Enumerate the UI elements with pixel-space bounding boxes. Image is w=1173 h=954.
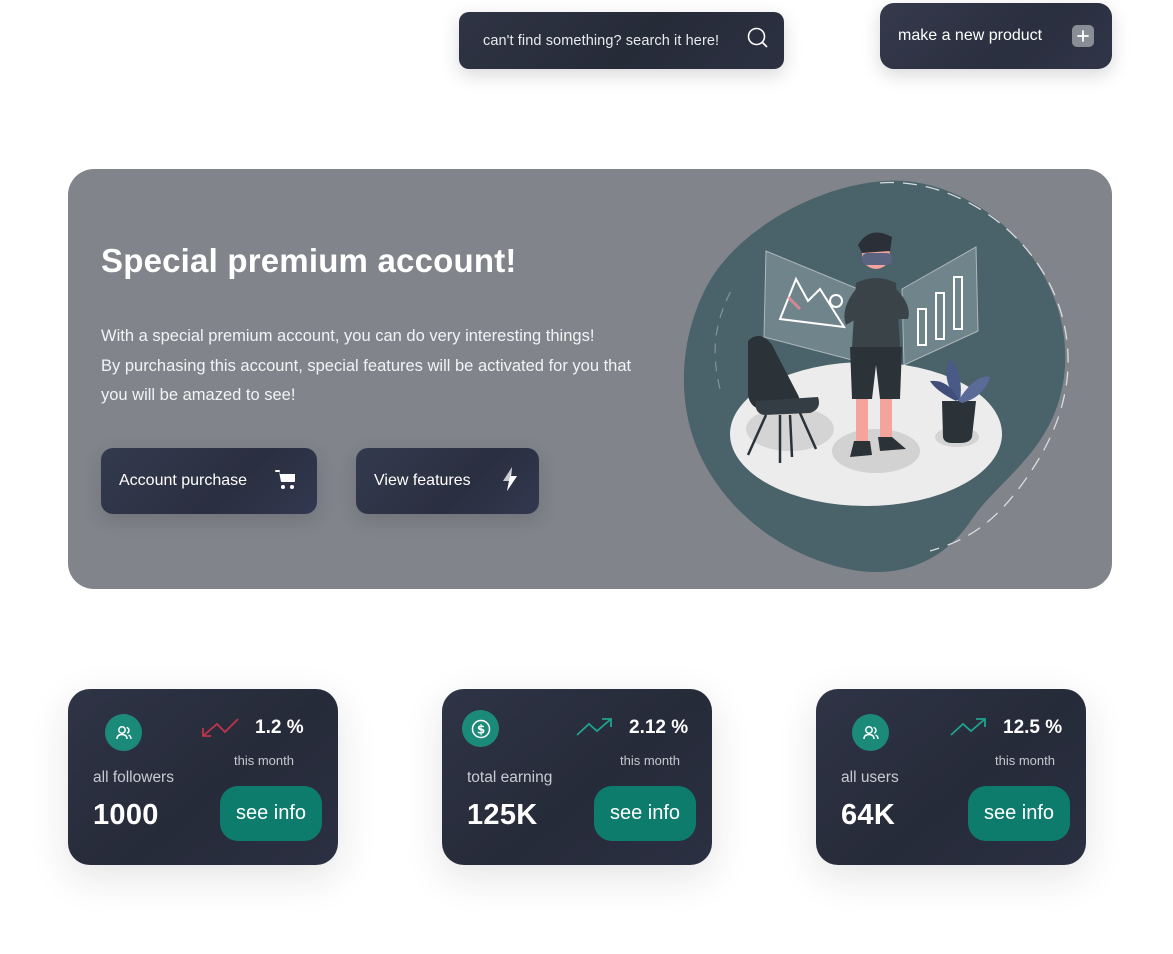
period-label: this month — [620, 753, 680, 768]
card-value: 1000 — [93, 799, 159, 831]
period-label: this month — [234, 753, 294, 768]
svg-text:$: $ — [476, 722, 484, 736]
followers-card: 1.2 % this month all followers 1000 see … — [68, 689, 338, 865]
search-icon[interactable] — [746, 26, 770, 55]
trend-down-icon — [202, 718, 239, 737]
banner-description: With a special premium account, you can … — [101, 322, 671, 411]
view-features-label: View features — [374, 472, 471, 489]
earning-card: $ 2.12 % this month total earning 125K s… — [442, 689, 712, 865]
see-info-button[interactable]: see info — [594, 786, 696, 841]
card-label: all users — [841, 769, 899, 786]
card-label: all followers — [93, 769, 174, 786]
cart-icon — [273, 466, 299, 497]
users-card: 12.5 % this month all users 64K see info — [816, 689, 1086, 865]
search-placeholder: can't find something? search it here! — [483, 32, 720, 49]
change-percent: 2.12 % — [629, 717, 689, 738]
account-purchase-label: Account purchase — [119, 472, 248, 489]
lightning-icon — [499, 466, 521, 497]
card-value: 125K — [467, 799, 538, 831]
card-value: 64K — [841, 799, 896, 831]
banner-line: you will be amazed to see! — [101, 386, 296, 404]
premium-banner: Special premium account! With a special … — [68, 169, 1112, 589]
see-info-button[interactable]: see info — [220, 786, 322, 841]
card-label: total earning — [467, 769, 553, 786]
account-purchase-button[interactable]: Account purchase — [101, 448, 317, 514]
period-label: this month — [995, 753, 1055, 768]
users-icon — [105, 714, 142, 751]
change-percent: 1.2 % — [255, 717, 304, 738]
banner-line: By purchasing this account, special feat… — [101, 356, 632, 375]
see-info-button[interactable]: see info — [968, 786, 1070, 841]
banner-title: Special premium account! — [101, 242, 517, 279]
new-product-label: make a new product — [898, 27, 1043, 44]
vr-person-illustration — [683, 180, 1069, 573]
new-product-button[interactable]: make a new product — [880, 3, 1112, 69]
banner-line: With a special premium account, you can … — [101, 327, 595, 345]
dollar-icon: $ — [462, 710, 499, 747]
search-bar[interactable]: can't find something? search it here! — [459, 12, 784, 69]
view-features-button[interactable]: View features — [356, 448, 539, 514]
change-percent: 12.5 % — [1003, 717, 1063, 738]
trend-up-icon — [576, 718, 612, 736]
users-icon — [852, 714, 889, 751]
plus-icon — [1072, 25, 1094, 47]
trend-up-icon — [950, 718, 986, 736]
